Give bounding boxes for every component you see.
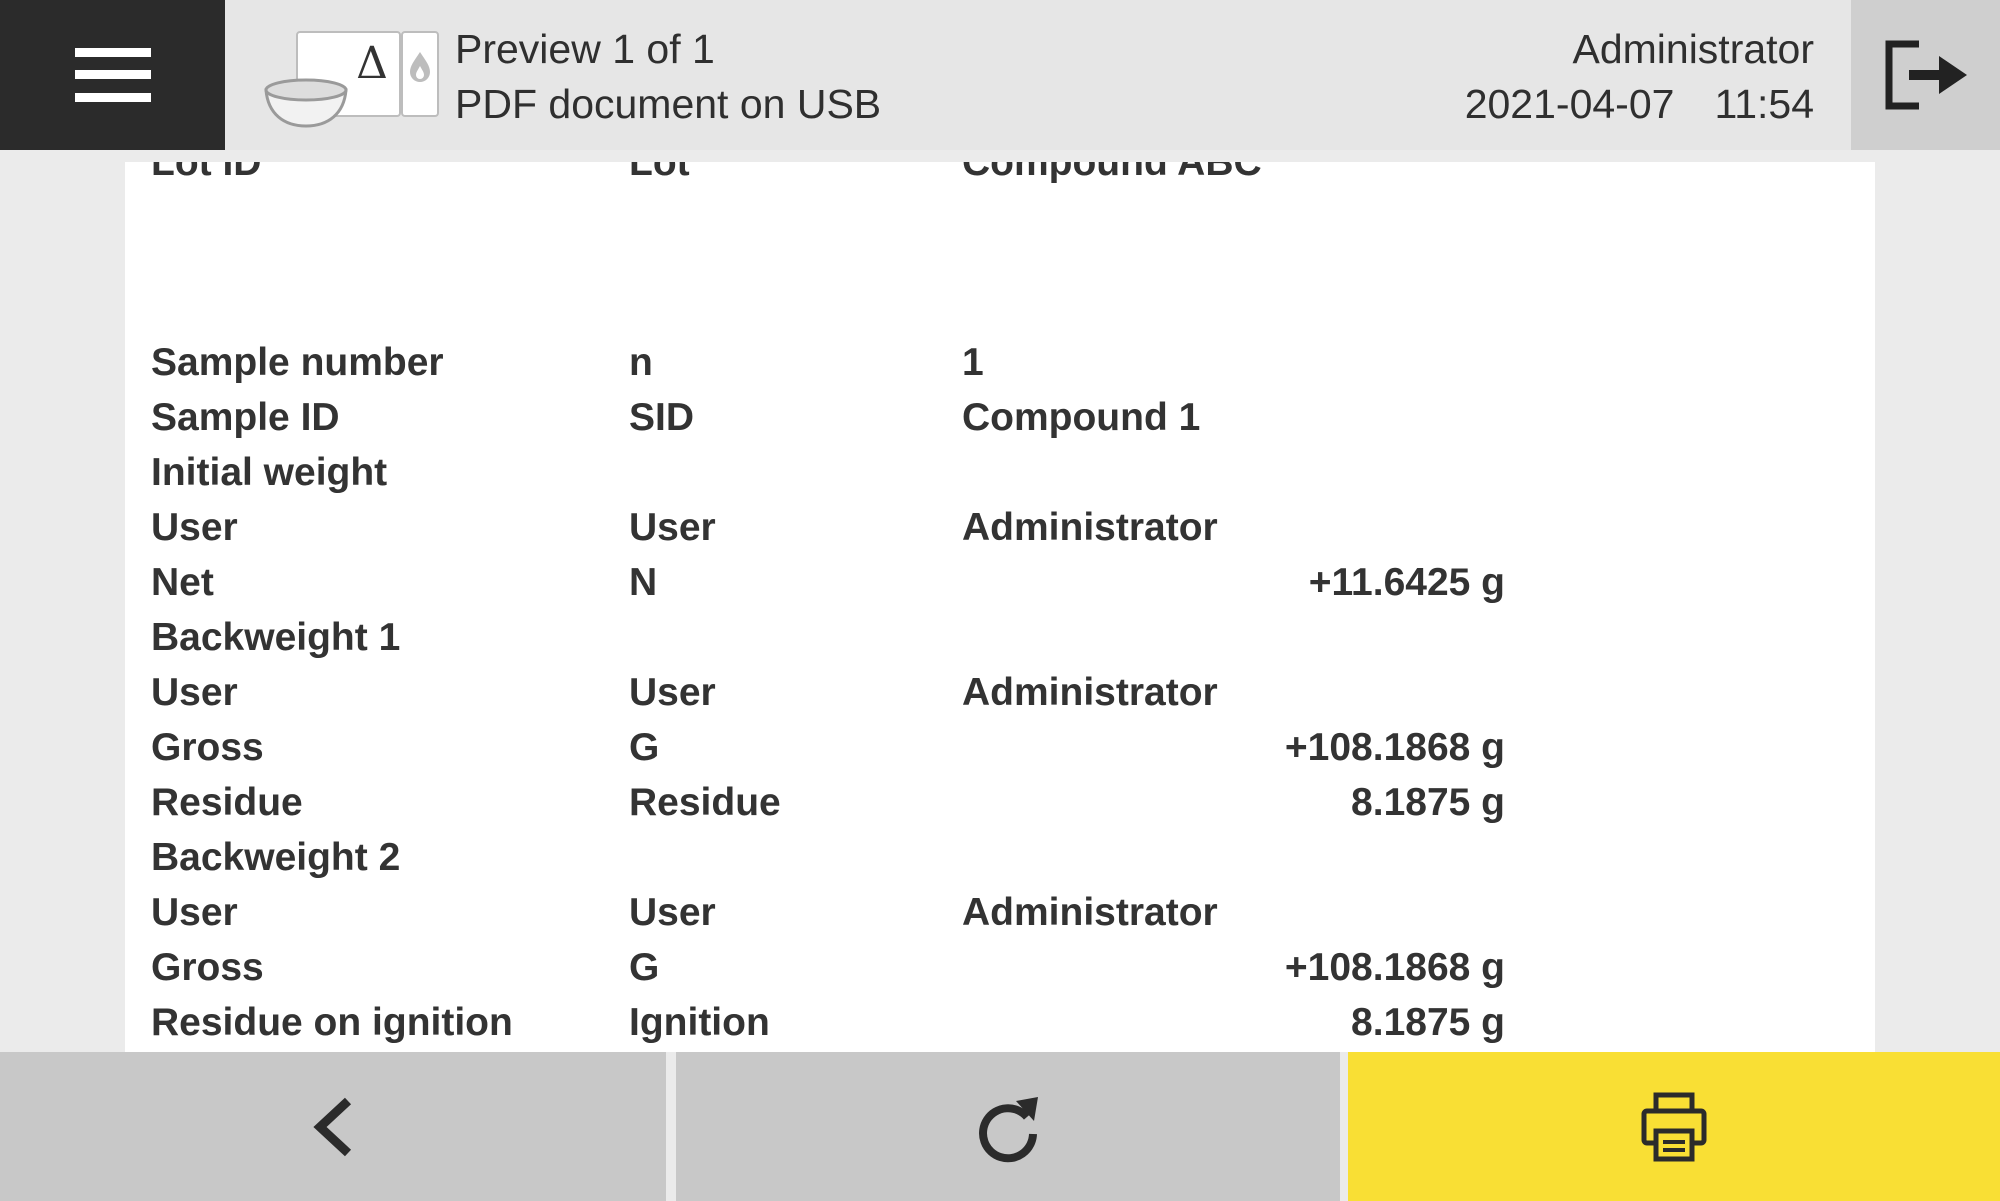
logout-icon (1885, 40, 1967, 110)
print-button[interactable] (1348, 1052, 2000, 1201)
weighing-delta-ignition-icon: Δ (262, 26, 442, 134)
document-row: User User Administrator (151, 891, 1218, 934)
document-preview[interactable]: Lot ID Lot Compound ABC Sample number n … (125, 162, 1875, 1052)
user-info: Administrator 2021-04-07 11:54 (1465, 22, 1814, 132)
document-row: Backweight 2 (151, 836, 401, 879)
svg-text:Δ: Δ (356, 38, 388, 89)
document-row: Gross G +108.1868 g (151, 946, 1505, 989)
header-bar: Δ Preview 1 of 1 PDF document on USB Adm… (0, 0, 2000, 150)
document-row: Backweight 1 (151, 616, 401, 659)
menu-button[interactable] (0, 0, 225, 150)
date-label: 2021-04-07 (1464, 81, 1675, 127)
footer-bar (0, 1052, 2000, 1201)
document-row: Residue Residue 8.1875 g (151, 781, 1505, 824)
reload-button[interactable] (676, 1052, 1340, 1201)
document-row: Initial weight (151, 451, 388, 494)
document-row: Residue on ignition Ignition 8.1875 g (151, 1001, 1505, 1044)
page-subtitle: PDF document on USB (455, 81, 882, 127)
document-row: Sample ID SID Compound 1 (151, 396, 1201, 439)
user-name: Administrator (1572, 26, 1814, 72)
printer-icon (1641, 1092, 1707, 1161)
document-row: Lot ID Lot Compound ABC (151, 162, 1262, 184)
refresh-icon (979, 1096, 1038, 1162)
hamburger-menu-icon (74, 48, 151, 102)
logout-button[interactable] (1851, 0, 2000, 150)
time-label: 11:54 (1714, 81, 1814, 127)
back-button[interactable] (0, 1052, 666, 1201)
document-row: Gross G +108.1868 g (151, 726, 1505, 769)
page-title: Preview 1 of 1 (455, 26, 715, 72)
title-block: Preview 1 of 1 PDF document on USB (455, 22, 881, 132)
chevron-left-icon (313, 1097, 352, 1156)
document-row: Net N +11.6425 g (151, 561, 1505, 604)
document-row: Sample number n 1 (151, 341, 984, 384)
document-row: User User Administrator (151, 506, 1218, 549)
document-row: User User Administrator (151, 671, 1218, 714)
